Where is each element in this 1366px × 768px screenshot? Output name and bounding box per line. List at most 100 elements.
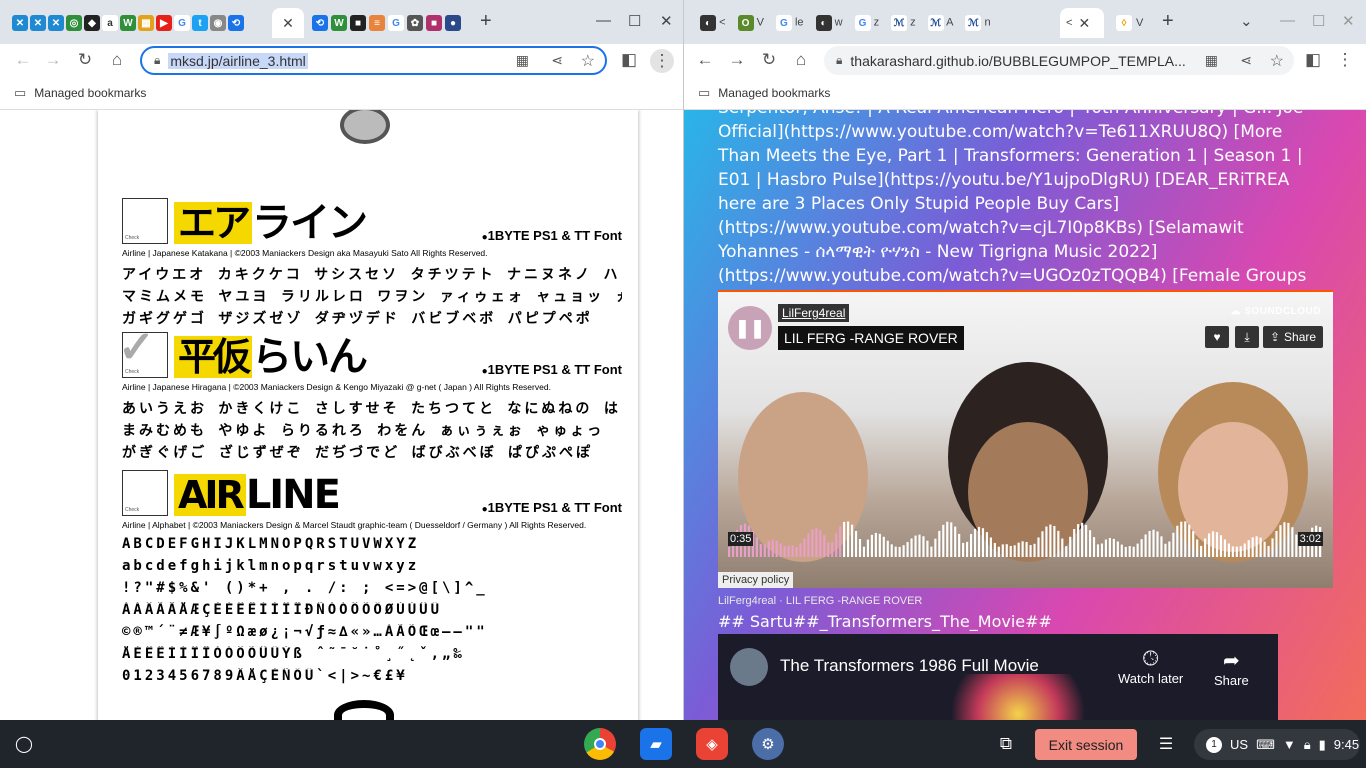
waveform-bar[interactable] [993, 542, 996, 557]
side-panel-icon[interactable]: ◧ [1302, 49, 1324, 71]
pause-button[interactable]: ❚❚ [728, 306, 772, 350]
playlist-icon[interactable]: ☰ [1150, 728, 1182, 760]
minimize-button[interactable]: — [596, 12, 611, 29]
waveform-bar[interactable] [981, 528, 985, 557]
waveform-bar[interactable] [1049, 524, 1052, 557]
waveform-bar[interactable] [1223, 539, 1227, 557]
waveform-bar[interactable] [1156, 531, 1159, 557]
soundcloud-logo[interactable]: ☁ SOUNDCLOUD [1231, 306, 1321, 317]
waveform-bar[interactable] [878, 533, 881, 557]
waveform-bar[interactable] [847, 521, 850, 557]
share-button[interactable]: ➦ Share [1214, 648, 1249, 688]
waveform-bar[interactable] [1092, 537, 1096, 557]
waveform-bar[interactable] [866, 539, 870, 557]
waveform-bar[interactable] [728, 547, 731, 557]
app-icon[interactable]: ◆ [84, 15, 100, 31]
app-icon[interactable]: ■ [350, 15, 366, 31]
waveform-bar[interactable] [779, 543, 782, 557]
minimize-button[interactable]: — [1280, 12, 1295, 29]
waveform-bar[interactable] [823, 535, 826, 557]
waveform-bar[interactable] [1172, 532, 1175, 557]
soundcloud-user[interactable]: LilFerg4real [778, 304, 850, 322]
waveform-bar[interactable] [1025, 541, 1028, 557]
close-window-button[interactable]: ✕ [660, 12, 673, 30]
tab[interactable]: ℳ n [965, 15, 991, 31]
waveform-bar[interactable] [882, 536, 885, 557]
waveform-bar[interactable] [1227, 543, 1230, 557]
watch-later-button[interactable]: 🕓︎ Watch later [1118, 648, 1183, 686]
waveform-bar[interactable] [1283, 522, 1286, 557]
app-icon[interactable]: W [120, 15, 136, 31]
waveform-bar[interactable] [1029, 545, 1032, 557]
waveform-bar[interactable] [831, 542, 834, 557]
files-icon[interactable]: ▰ [640, 728, 672, 760]
screenshot-app-icon[interactable]: ◈ [696, 728, 728, 760]
waveform-bar[interactable] [1200, 545, 1203, 557]
waveform-bar[interactable] [854, 530, 858, 557]
waveform-bar[interactable] [1239, 546, 1242, 557]
twitter-icon[interactable]: t [192, 15, 208, 31]
address-bar[interactable]: 🔒︎ mksd.jp/airline_3.html ▦ ⋖ ☆ [140, 46, 607, 75]
track-title[interactable]: LIL FERG -RANGE ROVER [778, 326, 964, 350]
address-text[interactable]: thakarashard.github.io/BUBBLEGUMPOP_TEMP… [850, 53, 1185, 69]
back-button[interactable]: ← [12, 49, 34, 71]
waveform-bar[interactable] [1096, 544, 1100, 557]
share-icon[interactable]: ⋖ [1240, 52, 1252, 69]
tab[interactable]: ◐ w [815, 15, 843, 31]
close-tab-icon[interactable]: ✕ [1078, 15, 1090, 32]
star-icon[interactable]: ☆ [1270, 51, 1284, 71]
waveform-bar[interactable] [1160, 536, 1163, 557]
waveform-bar[interactable] [791, 545, 794, 557]
vscode-icon[interactable]: ✕ [48, 15, 64, 31]
forward-button[interactable]: → [42, 49, 64, 71]
waveform-bar[interactable] [795, 546, 798, 557]
waveform-bar[interactable] [906, 542, 909, 557]
app-icon[interactable]: ⟲ [228, 15, 244, 31]
waveform-bar[interactable] [1085, 525, 1088, 557]
forward-button[interactable]: → [726, 49, 748, 71]
waveform-bar[interactable] [1116, 541, 1119, 557]
waveform[interactable] [728, 517, 1323, 557]
qr-icon[interactable]: ▦ [516, 52, 529, 69]
waveform-bar[interactable] [1061, 538, 1064, 557]
share-icon[interactable]: ⋖ [551, 52, 563, 69]
back-button[interactable]: ← [694, 49, 716, 71]
google-icon[interactable]: G [174, 15, 190, 31]
app-icon[interactable]: W [331, 15, 347, 31]
waveform-bar[interactable] [1263, 541, 1266, 557]
waveform-bar[interactable] [946, 521, 949, 557]
tab[interactable]: G z [854, 15, 879, 31]
waveform-bar[interactable] [783, 546, 786, 557]
waveform-bar[interactable] [922, 536, 925, 557]
settings-icon[interactable]: ⚙ [752, 728, 784, 760]
app-icon[interactable]: ≡ [369, 15, 385, 31]
launcher-icon[interactable]: ◯ [8, 728, 40, 760]
waveform-bar[interactable] [926, 540, 929, 557]
waveform-bar[interactable] [1100, 543, 1104, 557]
waveform-bar[interactable] [954, 526, 957, 557]
waveform-bar[interactable] [1247, 540, 1250, 557]
capture-icon[interactable]: ⧉ [990, 728, 1022, 760]
waveform-bar[interactable] [1251, 537, 1254, 557]
app-icon[interactable]: ▦ [138, 15, 154, 31]
waveform-bar[interactable] [839, 526, 842, 557]
waveform-bar[interactable] [1136, 543, 1139, 557]
app-icon[interactable]: ✿ [407, 15, 423, 31]
waveform-bar[interactable] [771, 539, 774, 557]
app-icon[interactable]: ● [445, 15, 461, 31]
waveform-bar[interactable] [815, 528, 818, 557]
tab[interactable]: ℳ A [927, 15, 953, 31]
download-icon[interactable]: ⤓ [1235, 326, 1259, 348]
waveform-bar[interactable] [1077, 524, 1080, 557]
home-button[interactable]: ⌂ [790, 49, 812, 71]
waveform-bar[interactable] [759, 544, 762, 557]
exit-session-button[interactable]: Exit session [1035, 729, 1137, 760]
waveform-bar[interactable] [1192, 531, 1195, 557]
menu-icon[interactable]: ⋮ [650, 49, 674, 73]
waveform-bar[interactable] [1196, 539, 1199, 557]
active-tab[interactable]: ✕ [272, 8, 304, 38]
youtube-icon[interactable]: ▶ [156, 15, 172, 31]
waveform-bar[interactable] [958, 533, 961, 557]
waveform-bar[interactable] [1243, 543, 1246, 557]
waveform-bar[interactable] [1033, 543, 1036, 557]
